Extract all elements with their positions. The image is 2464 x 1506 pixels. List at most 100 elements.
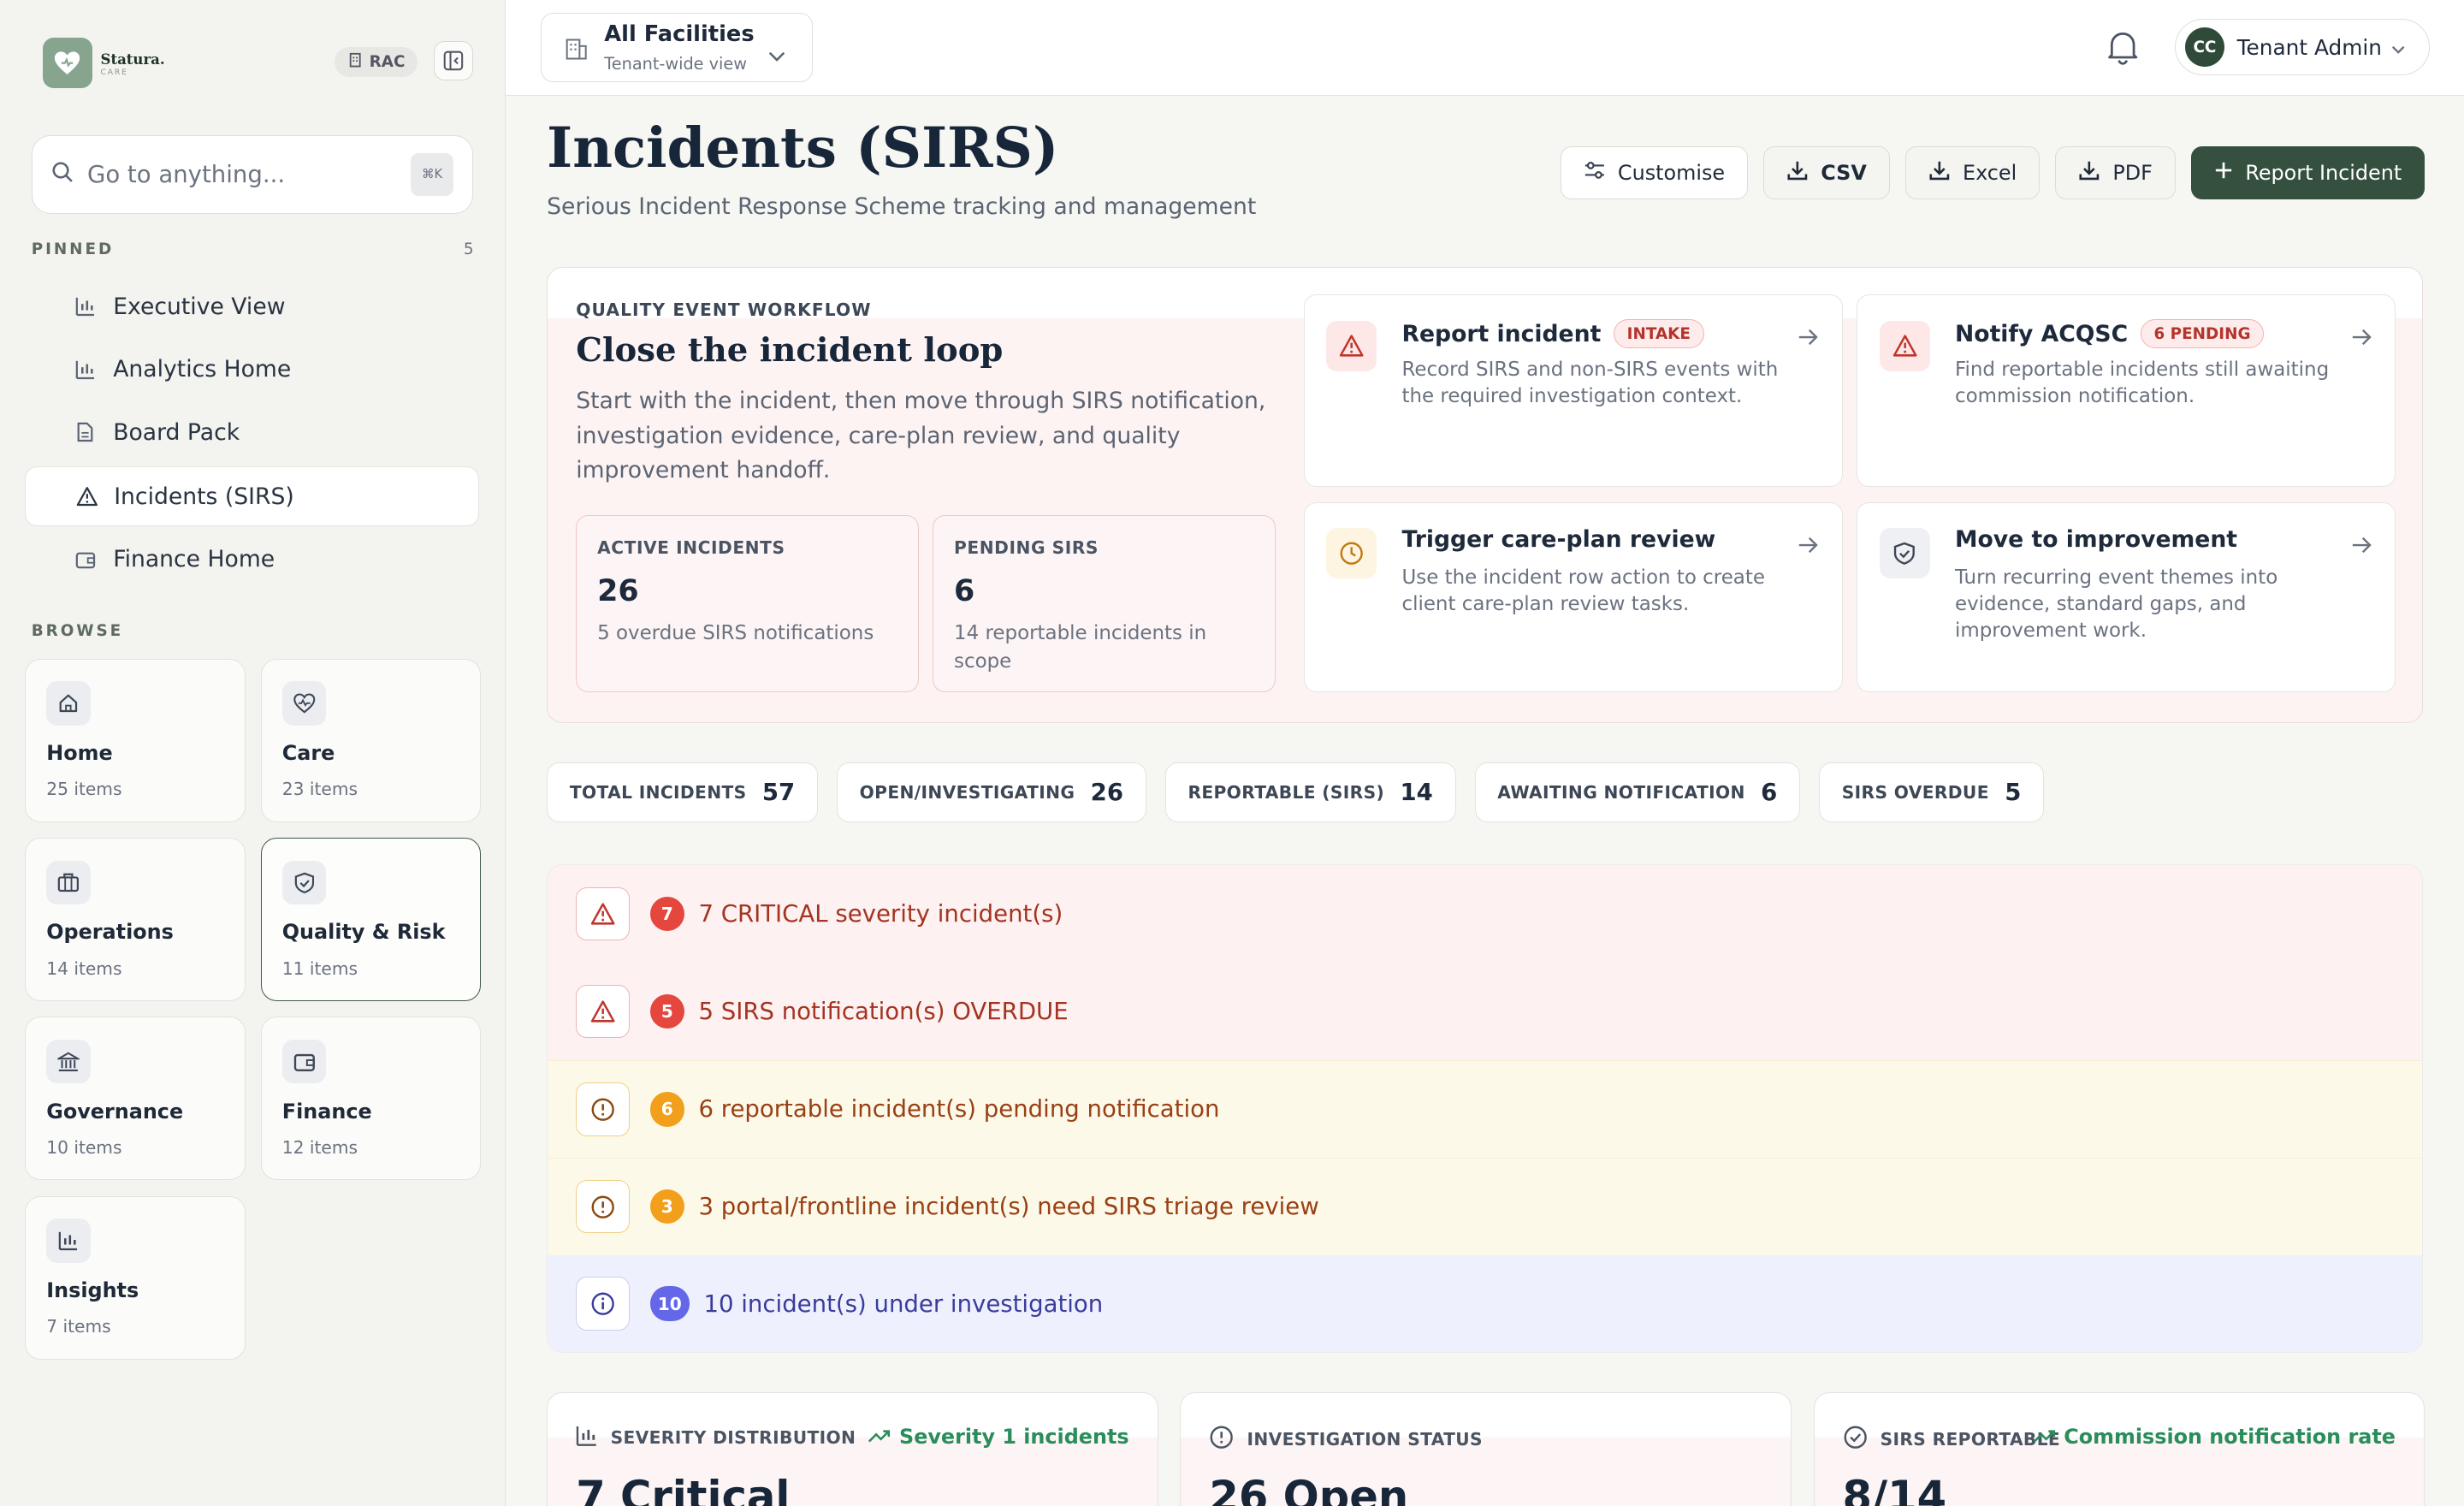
step-description: Turn recurring event themes into evidenc…	[1955, 566, 2278, 642]
export-pdf-button[interactable]: PDF	[2055, 145, 2176, 200]
facility-selector[interactable]: All Facilities Tenant-wide view	[540, 12, 813, 82]
alert-count-badge: 3	[649, 1189, 684, 1224]
alert-triage-review[interactable]: 3 3 portal/frontline incident(s) need SI…	[548, 1157, 2423, 1255]
user-name: Tenant Admin	[2236, 34, 2382, 60]
report-incident-button[interactable]: Report Incident	[2190, 145, 2425, 200]
app-root: Statura. CARE RAC Go to anything... ⌘K P…	[0, 0, 2464, 1506]
clock-icon	[1326, 528, 1377, 579]
sidebar-item-board-pack[interactable]: Board Pack	[25, 402, 479, 462]
card-value: 8/14	[1842, 1472, 1947, 1506]
download-icon	[1786, 159, 1809, 187]
card-investigation-status[interactable]: INVESTIGATION STATUS 26 Open	[1180, 1392, 1792, 1506]
tile-name: Quality & Risk	[281, 920, 446, 945]
pinned-count: 5	[463, 240, 474, 258]
browse-tile-care[interactable]: Care 23 items	[260, 658, 482, 822]
kpi-value: 5	[2005, 778, 2022, 806]
step-title-text: Notify ACQSC	[1955, 320, 2129, 347]
sidebar-item-executive-view[interactable]: Executive View	[25, 276, 479, 336]
card-severity-distribution[interactable]: SEVERITY DISTRIBUTION Severity 1 inciden…	[547, 1392, 1158, 1506]
facility-title: All Facilities	[604, 21, 755, 47]
bank-icon	[46, 1040, 91, 1084]
sidebar-item-label: Executive View	[113, 293, 286, 320]
alert-pending-notification[interactable]: 6 6 reportable incident(s) pending notif…	[548, 1059, 2423, 1158]
browse-tile-governance[interactable]: Governance 10 items	[25, 1017, 246, 1181]
alert-text: 7 CRITICAL severity incident(s)	[698, 900, 1063, 928]
browse-tile-insights[interactable]: Insights 7 items	[25, 1195, 246, 1360]
check-circle-icon	[1843, 1425, 1868, 1454]
card-sirs-reportable[interactable]: SIRS REPORTABLE Commission notification …	[1813, 1392, 2425, 1506]
topbar: All Facilities Tenant-wide view CC Tenan…	[506, 0, 2464, 97]
kpi-value: 14	[1400, 778, 1433, 806]
alert-circle-icon	[576, 1082, 630, 1136]
facility-subtitle: Tenant-wide view	[604, 54, 748, 74]
pending-sirs-stat[interactable]: PENDING SIRS 6 14 reportable incidents i…	[933, 514, 1276, 693]
kpi-awaiting-notification[interactable]: AWAITING NOTIFICATION 6	[1474, 762, 1801, 822]
browse-tile-operations[interactable]: Operations 14 items	[25, 837, 246, 1001]
active-incidents-stat[interactable]: ACTIVE INCIDENTS 26 5 overdue SIRS notif…	[576, 514, 919, 693]
bar-chart-icon	[75, 359, 98, 381]
kpi-label: TOTAL INCIDENTS	[569, 781, 747, 803]
sidebar-toggle-icon	[443, 50, 464, 70]
logo-icon[interactable]	[42, 38, 93, 88]
document-icon	[75, 421, 98, 443]
stat-value: 6	[954, 573, 975, 608]
kpi-total-incidents[interactable]: TOTAL INCIDENTS 57	[547, 762, 818, 822]
chevron-down-icon	[2390, 33, 2406, 62]
alert-count-badge: 6	[649, 1092, 684, 1127]
sidebar-item-finance-home[interactable]: Finance Home	[25, 530, 479, 590]
page-subtitle: Serious Incident Response Scheme trackin…	[547, 193, 1257, 220]
tile-name: Care	[281, 741, 335, 766]
alert-critical-incidents[interactable]: 7 7 CRITICAL severity incident(s)	[548, 865, 2423, 963]
page-actions: Customise CSV Excel PDF Report Incident	[1560, 145, 2425, 200]
tile-name: Governance	[46, 1099, 184, 1124]
notifications-bell-icon[interactable]	[2106, 28, 2140, 72]
customise-button[interactable]: Customise	[1560, 145, 1748, 200]
step-move-to-improvement[interactable]: Move to improvement Turn recurring event…	[1857, 501, 2396, 693]
kpi-label: SIRS OVERDUE	[1841, 781, 1989, 803]
kpi-reportable-sirs[interactable]: REPORTABLE (SIRS) 14	[1164, 762, 1456, 822]
warning-icon	[1326, 320, 1377, 371]
sliders-icon	[1584, 160, 1606, 186]
step-title: Trigger care-plan review	[1401, 526, 1715, 553]
download-icon	[2078, 159, 2100, 187]
browse-tile-quality-risk[interactable]: Quality & Risk 11 items	[260, 837, 482, 1001]
export-excel-button[interactable]: Excel	[1904, 145, 2040, 200]
collapse-sidebar-button[interactable]	[433, 40, 473, 80]
step-badge: 6 PENDING	[2140, 319, 2265, 348]
alert-under-investigation[interactable]: 10 10 incident(s) under investigation	[548, 1254, 2423, 1353]
alert-sirs-overdue[interactable]: 5 5 SIRS notification(s) OVERDUE	[548, 963, 2423, 1060]
alert-text: 6 reportable incident(s) pending notific…	[698, 1095, 1220, 1124]
sidebar-item-incidents-sirs[interactable]: Incidents (SIRS)	[25, 466, 480, 527]
brand-name: Statura.	[100, 50, 165, 68]
workflow-description: Start with the incident, then move throu…	[576, 388, 1266, 483]
step-trigger-care-plan-review[interactable]: Trigger care-plan review Use the inciden…	[1303, 501, 1843, 693]
arrow-right-icon	[1798, 531, 1820, 560]
step-report-incident[interactable]: Report incident INTAKE Record SIRS and no…	[1303, 294, 1843, 487]
step-notify-acqsc[interactable]: Notify ACQSC 6 PENDING Find reportable in…	[1857, 294, 2396, 487]
card-label: SEVERITY DISTRIBUTION	[610, 1427, 856, 1449]
step-title: Move to improvement	[1955, 526, 2237, 553]
kpi-open-investigating[interactable]: OPEN/INVESTIGATING 26	[836, 762, 1146, 822]
tile-count: 7 items	[46, 1316, 111, 1337]
search-input[interactable]: Go to anything... ⌘K	[31, 134, 473, 214]
card-header: SIRS REPORTABLE	[1843, 1425, 2061, 1454]
pdf-label: PDF	[2112, 161, 2153, 186]
browse-tile-home[interactable]: Home 25 items	[25, 658, 246, 822]
stat-sub: 14 reportable incidents in scope	[954, 621, 1207, 673]
sidebar-item-label: Board Pack	[113, 418, 240, 446]
export-csv-button[interactable]: CSV	[1763, 145, 1890, 200]
bar-chart-icon	[46, 1218, 91, 1263]
kpi-sirs-overdue[interactable]: SIRS OVERDUE 5	[1819, 762, 2045, 822]
kpi-strip: TOTAL INCIDENTS 57 OPEN/INVESTIGATING 26 R…	[547, 762, 2045, 822]
customise-label: Customise	[1617, 161, 1726, 186]
sidebar-item-analytics-home[interactable]: Analytics Home	[25, 340, 479, 400]
step-title-text: Report incident	[1401, 320, 1602, 347]
browse-tile-finance[interactable]: Finance 12 items	[260, 1017, 482, 1181]
wallet-icon	[75, 548, 98, 571]
kpi-value: 6	[1761, 778, 1778, 806]
tile-count: 10 items	[46, 1136, 122, 1158]
kpi-label: OPEN/INVESTIGATING	[859, 781, 1075, 803]
kpi-label: AWAITING NOTIFICATION	[1497, 781, 1745, 803]
user-menu-button[interactable]: CC Tenant Admin	[2174, 19, 2430, 76]
card-trend-text: Commission notification rate	[2064, 1425, 2396, 1450]
